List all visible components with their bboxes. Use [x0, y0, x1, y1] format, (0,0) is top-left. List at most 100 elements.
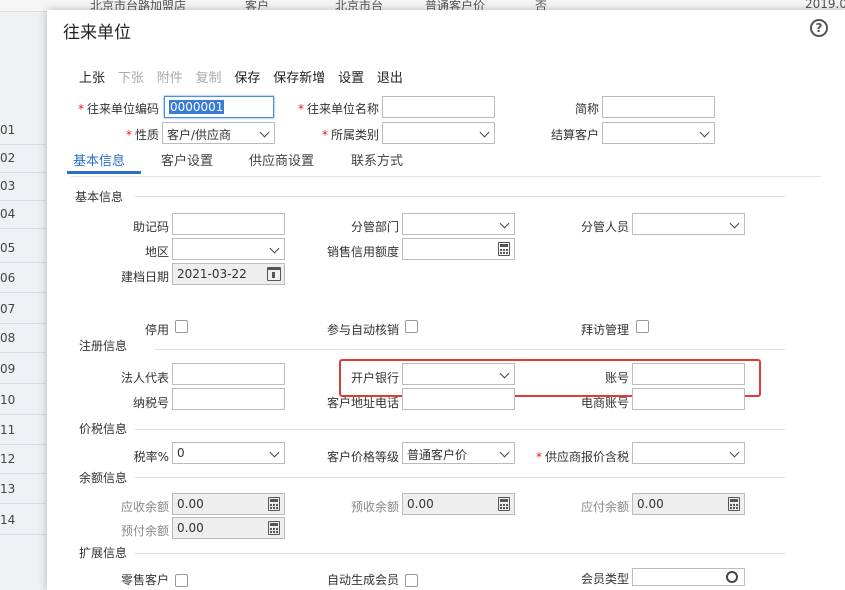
- code-input[interactable]: 0000001: [164, 96, 274, 118]
- address-phone-input[interactable]: [402, 388, 515, 410]
- bank-select[interactable]: [402, 363, 515, 385]
- bg-row-number: 11: [0, 418, 46, 445]
- search-icon[interactable]: [726, 571, 738, 583]
- payable-label: 应付余额: [580, 500, 629, 514]
- calendar-icon[interactable]: [267, 267, 281, 281]
- mnemonic-input[interactable]: [172, 213, 285, 235]
- bg-row-number: 12: [0, 447, 46, 474]
- prereceived-input: 0.00: [402, 493, 515, 515]
- tax-number-input[interactable]: [172, 388, 285, 410]
- section-basic-title: 基本信息: [75, 190, 124, 204]
- create-date-input[interactable]: 2021-03-22: [172, 263, 285, 285]
- save-new-button[interactable]: 保存新增: [273, 67, 325, 86]
- bg-row-number: 04: [0, 202, 46, 229]
- auto-member-checkbox[interactable]: [405, 574, 418, 587]
- settings-button[interactable]: 设置: [338, 67, 364, 86]
- prepaid-label: 预付余额: [120, 524, 169, 538]
- receivable-label: 应收余额: [120, 500, 169, 514]
- auto-writeoff-checkbox[interactable]: [405, 320, 418, 333]
- credit-limit-input[interactable]: [402, 238, 515, 260]
- category-select[interactable]: [382, 122, 495, 144]
- bg-row-number: 14: [0, 508, 46, 535]
- member-type-input[interactable]: [632, 568, 745, 586]
- next-record-button[interactable]: 下张: [118, 67, 144, 86]
- calculator-icon: [498, 497, 510, 511]
- mnemonic-label: 助记码: [132, 220, 169, 234]
- nature-label: * 性质: [125, 128, 159, 142]
- bg-row-number: 09: [0, 357, 46, 384]
- account-input[interactable]: [632, 363, 745, 385]
- nature-select[interactable]: 客户/供应商: [162, 122, 275, 144]
- staff-label: 分管人员: [580, 220, 629, 234]
- price-level-label: 客户价格等级: [326, 450, 399, 464]
- copy-button[interactable]: 复制: [196, 67, 222, 86]
- disabled-checkbox[interactable]: [175, 320, 188, 333]
- section-divider: [135, 553, 785, 554]
- prepaid-input: 0.00: [172, 517, 285, 539]
- chevron-down-icon: [729, 218, 740, 229]
- chevron-down-icon: [269, 243, 280, 254]
- chevron-down-icon: [729, 447, 740, 458]
- section-divider: [135, 429, 785, 430]
- create-date-label: 建档日期: [120, 270, 169, 284]
- tax-rate-label: 税率%: [133, 450, 169, 464]
- tax-rate-select[interactable]: 0: [172, 442, 285, 464]
- calculator-icon: [728, 497, 740, 511]
- section-tax-title: 价税信息: [79, 422, 128, 436]
- calculator-icon: [268, 521, 280, 535]
- auto-writeoff-label: 参与自动核销: [326, 323, 399, 337]
- tab-customer-settings[interactable]: 客户设置: [161, 150, 213, 169]
- region-label: 地区: [144, 245, 169, 259]
- name-input[interactable]: [382, 96, 495, 118]
- dept-select[interactable]: [402, 213, 515, 235]
- tab-basic-info[interactable]: 基本信息: [73, 150, 125, 169]
- save-button[interactable]: 保存: [234, 67, 260, 86]
- partner-dialog: 往来单位 ? 上张 下张 附件 复制 保存 保存新增 设置 退出 * 往来单位编码…: [47, 10, 845, 590]
- bg-row-number: 03: [0, 174, 46, 201]
- settle-customer-label: 结算客户: [550, 128, 599, 142]
- exit-button[interactable]: 退出: [377, 67, 403, 86]
- help-icon[interactable]: ?: [810, 19, 828, 37]
- credit-limit-label: 销售信用额度: [326, 245, 399, 259]
- prereceived-label: 预收余额: [350, 500, 399, 514]
- bg-row-number: 10: [0, 388, 46, 415]
- bank-label: 开户银行: [350, 371, 399, 385]
- price-level-select[interactable]: 普通客户价: [402, 442, 515, 464]
- bg-row-number: 07: [0, 297, 46, 324]
- tab-contact[interactable]: 联系方式: [351, 150, 403, 169]
- attach-button[interactable]: 附件: [157, 67, 183, 86]
- toolbar: 上张 下张 附件 复制 保存 保存新增 设置 退出: [79, 67, 412, 87]
- visit-management-label: 拜访管理: [580, 323, 629, 337]
- staff-select[interactable]: [632, 213, 745, 235]
- chevron-down-icon: [259, 127, 270, 138]
- settle-customer-select[interactable]: [602, 122, 715, 144]
- ecommerce-account-input[interactable]: [632, 388, 745, 410]
- chevron-down-icon: [499, 368, 510, 379]
- short-name-input[interactable]: [602, 96, 715, 118]
- bg-row-number: 13: [0, 477, 46, 504]
- address-phone-label: 客户地址电话: [326, 396, 399, 410]
- tab-supplier-settings[interactable]: 供应商设置: [249, 150, 314, 169]
- code-label: * 往来单位编码: [77, 102, 159, 116]
- visit-management-checkbox[interactable]: [636, 320, 649, 333]
- disabled-label: 停用: [144, 323, 169, 337]
- legal-rep-input[interactable]: [172, 363, 285, 385]
- account-label: 账号: [604, 371, 629, 385]
- prev-record-button[interactable]: 上张: [79, 67, 105, 86]
- retail-customer-checkbox[interactable]: [175, 574, 188, 587]
- calculator-icon[interactable]: [498, 242, 510, 256]
- chevron-down-icon: [499, 218, 510, 229]
- section-register-title: 注册信息: [79, 339, 128, 353]
- bg-row-number: 06: [0, 266, 46, 293]
- name-label: * 往来单位名称: [297, 102, 379, 116]
- section-ext-title: 扩展信息: [79, 546, 128, 560]
- chevron-down-icon: [699, 127, 710, 138]
- region-select[interactable]: [172, 238, 285, 260]
- section-balance-title: 余额信息: [79, 471, 128, 485]
- ecommerce-account-label: 电商账号: [580, 396, 629, 410]
- chevron-down-icon: [499, 447, 510, 458]
- calculator-icon: [268, 497, 280, 511]
- legal-rep-label: 法人代表: [120, 371, 169, 385]
- member-type-label: 会员类型: [580, 572, 629, 586]
- supplier-tax-select[interactable]: [632, 442, 745, 464]
